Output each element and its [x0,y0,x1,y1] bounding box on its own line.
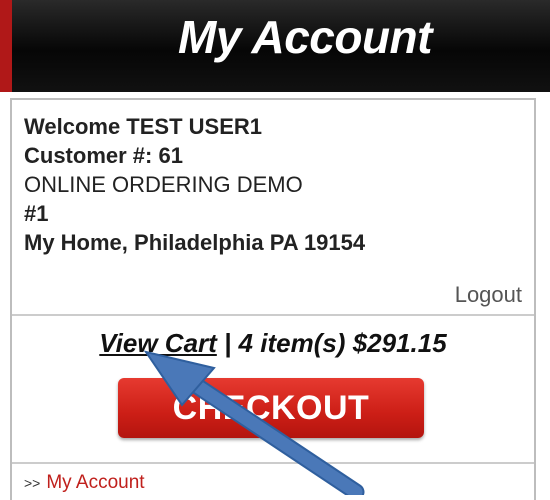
cart-summary-row: View Cart | 4 item(s) $291.15 [12,328,534,359]
view-cart-link[interactable]: View Cart [99,328,217,358]
my-account-nav-link[interactable]: >> My Account [24,472,145,494]
my-account-nav-label: My Account [46,472,145,493]
divider [12,314,534,316]
logout-link[interactable]: Logout [455,282,522,308]
address-text: My Home, Philadelphia PA 19154 [24,230,366,255]
divider [12,462,534,464]
header-bar: My Account [0,0,550,92]
account-panel: Welcome TEST USER1 Customer #: 61 ONLINE… [10,98,536,500]
welcome-text: Welcome TEST USER1 [24,114,262,139]
account-info: Welcome TEST USER1 Customer #: 61 ONLINE… [24,112,524,257]
cart-summary: | 4 item(s) $291.15 [216,328,447,358]
chevron-right-icon: >> [24,475,41,491]
checkout-button[interactable]: CHECKOUT [118,378,424,438]
location-number: #1 [24,201,49,226]
company-name: ONLINE ORDERING DEMO [24,172,303,197]
page-title: My Account [178,11,432,63]
customer-number: Customer #: 61 [24,143,183,168]
